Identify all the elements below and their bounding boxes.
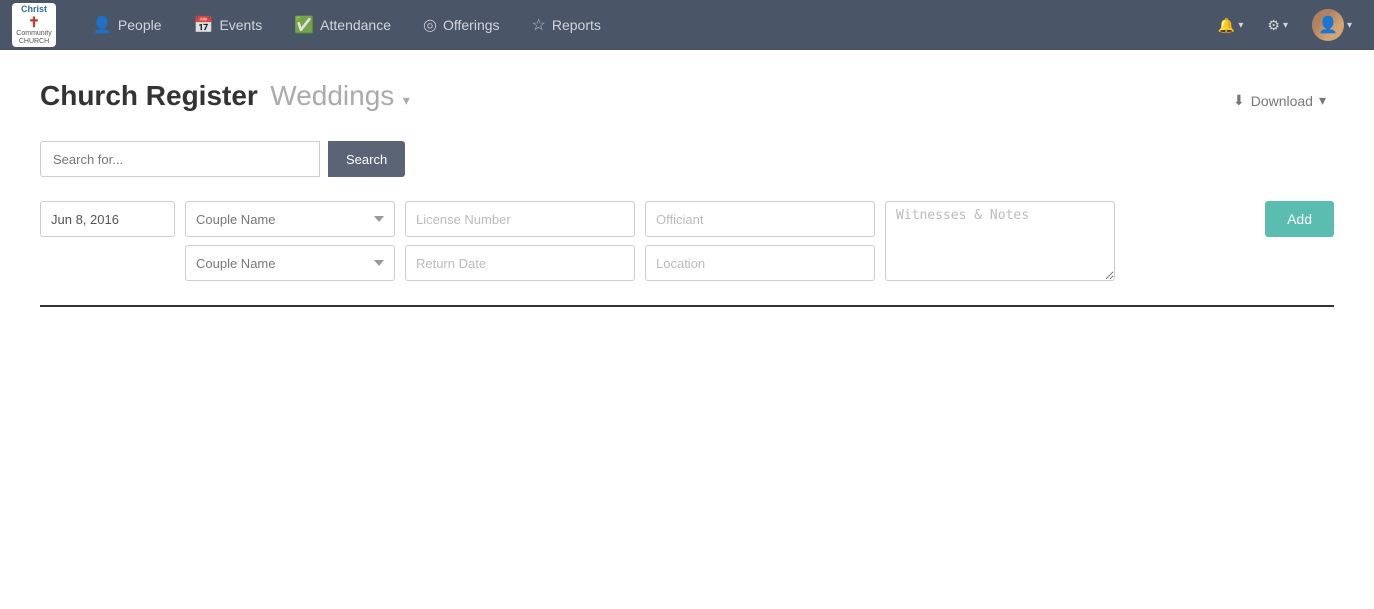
logo-cross-icon: ✝ <box>16 15 51 30</box>
couple-name-select-1[interactable]: Couple Name <box>185 201 395 237</box>
license-number-field[interactable] <box>405 201 635 237</box>
notifications-button[interactable]: 🔔 ▾ <box>1208 0 1253 50</box>
main-content: Church Register Weddings ▾ ⬇ Download ▾ … <box>0 50 1374 609</box>
search-row: Search <box>40 141 1334 177</box>
couple-name-select-2[interactable]: Couple Name <box>185 245 395 281</box>
nav-label-offerings: Offerings <box>443 17 500 33</box>
logo[interactable]: Christ ✝ CommunityCHURCH <box>12 3 56 47</box>
download-icon: ⬇ <box>1233 92 1245 109</box>
nav-item-people[interactable]: 👤 People <box>76 0 178 50</box>
page-header: Church Register Weddings ▾ ⬇ Download ▾ <box>40 80 1334 113</box>
title-dropdown-caret[interactable]: ▾ <box>403 92 410 108</box>
nav-item-attendance[interactable]: ✅ Attendance <box>278 0 407 50</box>
nav-item-reports[interactable]: ☆ Reports <box>516 0 617 50</box>
nav-label-events: Events <box>219 17 262 33</box>
notifications-caret: ▾ <box>1238 20 1243 31</box>
search-button[interactable]: Search <box>328 141 405 177</box>
attendance-icon: ✅ <box>294 15 314 35</box>
download-label: Download <box>1251 93 1313 109</box>
nav-item-events[interactable]: 📅 Events <box>178 0 279 50</box>
settings-caret: ▾ <box>1283 20 1288 31</box>
download-button[interactable]: ⬇ Download ▾ <box>1225 88 1334 113</box>
nav-right: 🔔 ▾ ⚙ ▾ 👤 ▾ <box>1208 0 1362 50</box>
page-title-group: Church Register Weddings ▾ <box>40 80 410 112</box>
profile-caret: ▾ <box>1347 20 1352 31</box>
logo-text-bottom: CommunityCHURCH <box>16 30 51 45</box>
date-field[interactable] <box>40 201 175 237</box>
entry-form-row: Couple Name Couple Name Add <box>40 201 1334 281</box>
people-icon: 👤 <box>92 15 112 35</box>
officiant-location-col <box>645 201 875 281</box>
nav-label-reports: Reports <box>552 17 601 33</box>
events-icon: 📅 <box>194 15 214 35</box>
profile-button[interactable]: 👤 ▾ <box>1302 0 1362 50</box>
add-button[interactable]: Add <box>1265 201 1334 237</box>
witnesses-notes-field[interactable] <box>885 201 1115 281</box>
nav-label-people: People <box>118 17 162 33</box>
officiant-field[interactable] <box>645 201 875 237</box>
reports-icon: ☆ <box>532 15 546 35</box>
offerings-icon: ◎ <box>423 15 437 35</box>
section-divider <box>40 305 1334 307</box>
avatar: 👤 <box>1312 9 1344 41</box>
notes-col <box>885 201 1115 281</box>
navbar: Christ ✝ CommunityCHURCH 👤 People 📅 Even… <box>0 0 1374 50</box>
download-caret: ▾ <box>1319 92 1326 109</box>
license-return-col <box>405 201 635 281</box>
search-input[interactable] <box>40 141 320 177</box>
return-date-field[interactable] <box>405 245 635 281</box>
notifications-icon: 🔔 <box>1218 17 1235 34</box>
location-field[interactable] <box>645 245 875 281</box>
nav-item-offerings[interactable]: ◎ Offerings <box>407 0 516 50</box>
settings-button[interactable]: ⚙ ▾ <box>1257 0 1298 50</box>
nav-label-attendance: Attendance <box>320 17 391 33</box>
page-title-sub: Weddings <box>270 80 394 111</box>
settings-icon: ⚙ <box>1267 17 1280 34</box>
couple-name-selects: Couple Name Couple Name <box>185 201 395 281</box>
avatar-image: 👤 <box>1312 9 1344 41</box>
page-title-main: Church Register <box>40 80 258 111</box>
